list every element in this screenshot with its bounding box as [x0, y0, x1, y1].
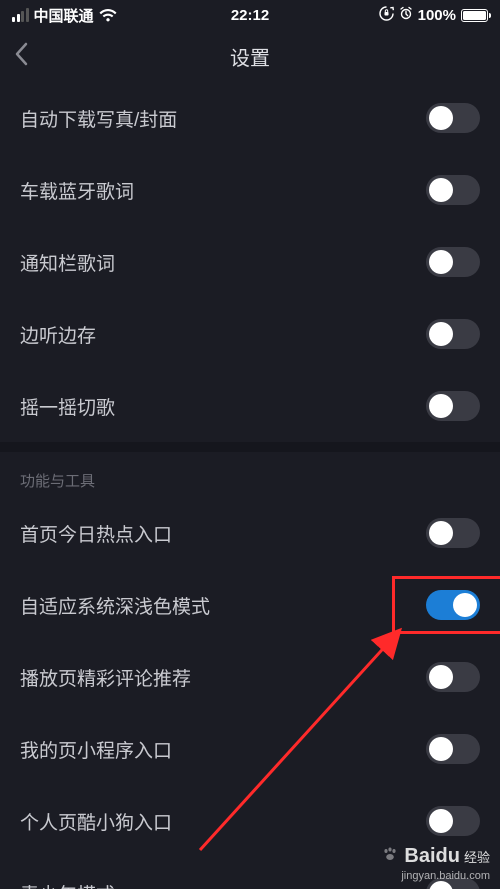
toggle-switch[interactable]	[426, 319, 480, 349]
watermark: Baidu 经验 jingyan.baidu.com	[382, 843, 490, 883]
toggle-switch[interactable]	[426, 103, 480, 133]
toggle-switch[interactable]	[426, 734, 480, 764]
orientation-lock-icon	[379, 6, 394, 25]
toggle-knob	[429, 250, 453, 274]
toggle-knob	[429, 178, 453, 202]
settings-row-label: 自动下载写真/封面	[20, 105, 177, 132]
settings-row: 首页今日热点入口	[0, 497, 500, 569]
settings-row-label: 我的页小程序入口	[20, 736, 172, 763]
toggle-knob	[429, 106, 453, 130]
section-divider	[0, 442, 500, 452]
toggle-knob	[429, 394, 453, 418]
watermark-brand: Baidu	[404, 843, 460, 869]
signal-icon	[12, 8, 29, 22]
settings-section-2: 首页今日热点入口自适应系统深浅色模式播放页精彩评论推荐我的页小程序入口个人页酷小…	[0, 497, 500, 889]
toggle-knob	[429, 737, 453, 761]
settings-row-label: 首页今日热点入口	[20, 520, 172, 547]
settings-row-label: 摇一摇切歌	[20, 393, 115, 420]
settings-row-label: 播放页精彩评论推荐	[20, 664, 191, 691]
carrier-label: 中国联通	[34, 5, 94, 26]
settings-row: 车载蓝牙歌词	[0, 154, 500, 226]
status-left: 中国联通	[12, 5, 117, 26]
toggle-switch[interactable]	[426, 175, 480, 205]
status-right: 100%	[379, 6, 488, 25]
page-title: 设置	[230, 42, 270, 71]
toggle-knob	[429, 665, 453, 689]
toggle-switch[interactable]	[426, 247, 480, 277]
settings-row-label: 通知栏歌词	[20, 249, 115, 276]
settings-row: 我的页小程序入口	[0, 713, 500, 785]
nav-header: 设置	[0, 30, 500, 82]
wifi-icon	[99, 9, 117, 22]
toggle-switch[interactable]	[426, 662, 480, 692]
battery-icon	[461, 9, 488, 22]
back-button[interactable]	[14, 42, 28, 71]
settings-row-label: 青少年模式	[20, 880, 115, 889]
toggle-knob	[453, 593, 477, 617]
settings-row-label: 边听边存	[20, 321, 96, 348]
toggle-knob	[429, 809, 453, 833]
settings-row: 摇一摇切歌	[0, 370, 500, 442]
toggle-switch[interactable]	[426, 518, 480, 548]
settings-row-label: 个人页酷小狗入口	[20, 808, 172, 835]
settings-row: 通知栏歌词	[0, 226, 500, 298]
battery-percent: 100%	[418, 7, 456, 24]
clock: 22:12	[231, 7, 269, 24]
toggle-knob	[429, 322, 453, 346]
toggle-switch[interactable]	[426, 590, 480, 620]
settings-row-label: 车载蓝牙歌词	[20, 177, 134, 204]
toggle-switch[interactable]	[426, 806, 480, 836]
status-bar: 中国联通 22:12 100%	[0, 0, 500, 30]
toggle-switch[interactable]	[426, 391, 480, 421]
watermark-url: jingyan.baidu.com	[382, 869, 490, 883]
settings-row: 播放页精彩评论推荐	[0, 641, 500, 713]
settings-section-1: 自动下载写真/封面车载蓝牙歌词通知栏歌词边听边存摇一摇切歌	[0, 82, 500, 442]
section-header-tools: 功能与工具	[0, 452, 500, 497]
settings-row: 自动下载写真/封面	[0, 82, 500, 154]
settings-row: 自适应系统深浅色模式	[0, 569, 500, 641]
alarm-icon	[399, 6, 413, 24]
paw-icon	[382, 843, 398, 869]
settings-row: 边听边存	[0, 298, 500, 370]
toggle-knob	[429, 521, 453, 545]
watermark-brand-sub: 经验	[464, 850, 490, 867]
settings-row-label: 自适应系统深浅色模式	[20, 592, 210, 619]
